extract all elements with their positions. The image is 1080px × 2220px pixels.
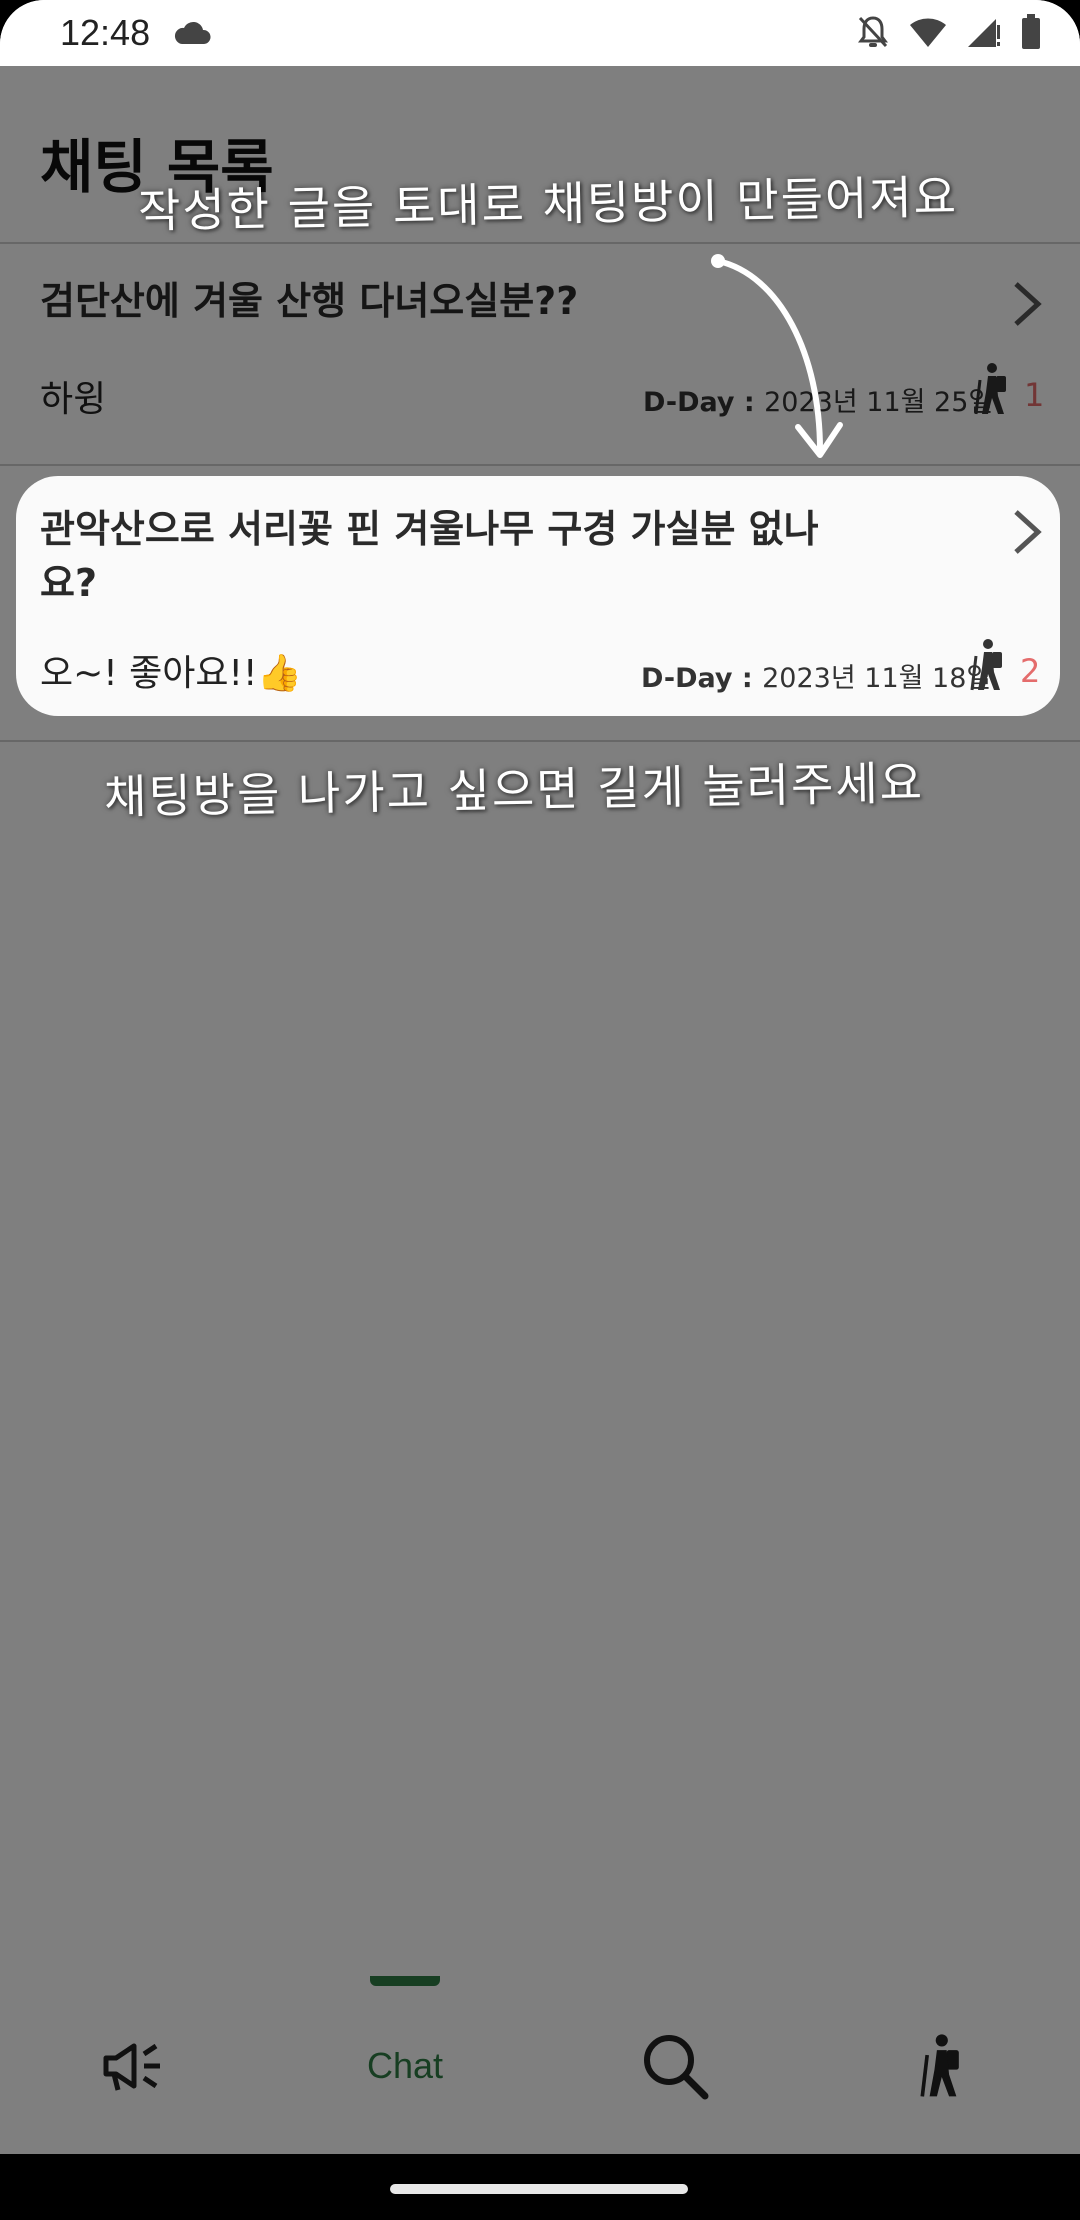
search-icon — [644, 2035, 709, 2100]
gesture-bar — [0, 2154, 1080, 2220]
chat-room-item[interactable]: 검단산에 겨울 산행 다녀오실분?? 하윙 D-Day : 2023년 11월 … — [0, 244, 1080, 464]
battery-icon — [1022, 14, 1040, 49]
participant-count: 1 — [1024, 376, 1045, 414]
divider — [0, 464, 1080, 466]
megaphone-icon — [103, 2043, 160, 2091]
dday-label: D-Day : — [641, 663, 763, 694]
screen: 12:48 채팅 목록 검단산에 겨울 산행 다녀오실분?? 하윙 D-Day … — [0, 0, 1080, 2220]
hiker-icon — [974, 363, 1006, 415]
bell-off-icon — [858, 16, 888, 48]
home-indicator[interactable] — [390, 2184, 688, 2194]
nav-item-notice[interactable] — [80, 1996, 190, 2136]
participant-count: 2 — [1020, 652, 1041, 690]
status-time: 12:48 — [60, 12, 151, 53]
chevron-right-icon — [1014, 510, 1042, 554]
signal-icon — [968, 19, 1000, 47]
chat-dday: D-Day : 2023년 11월 18일 — [641, 656, 991, 695]
tutorial-annotation-bottom: 채팅방을 나가고 싶으면 길게 눌러주세요 — [103, 755, 925, 825]
nav-chat-label: Chat — [366, 2045, 444, 2086]
status-bar: 12:48 — [0, 0, 1080, 66]
cloud-icon — [174, 21, 211, 44]
chevron-right-icon — [1014, 282, 1042, 326]
nav-item-chat[interactable]: Chat — [340, 1996, 470, 2136]
arrow-icon — [711, 254, 843, 458]
highlighted-chat-room-content: 관악산으로 서리꽃 핀 겨울나무 구경 가실분 없나요? 오~! 좋아요!!👍 … — [0, 476, 1080, 716]
bottom-nav: Chat — [0, 1976, 1080, 2154]
nav-item-profile[interactable] — [888, 1996, 998, 2136]
dday-date: 2023년 11월 18일 — [762, 663, 992, 694]
nav-item-search[interactable] — [620, 1996, 730, 2136]
nav-active-indicator — [370, 1976, 440, 1986]
chat-room-title: 관악산으로 서리꽃 핀 겨울나무 구경 가실분 없나요? — [40, 507, 819, 605]
status-icons — [856, 14, 1042, 50]
hiker-icon — [920, 2034, 959, 2097]
wifi-icon — [910, 18, 946, 47]
hiker-icon — [970, 639, 1002, 691]
chat-last-message: 하윙 — [40, 379, 107, 420]
chat-last-message: 오~! 좋아요!!👍 — [40, 653, 303, 694]
divider — [0, 740, 1080, 742]
